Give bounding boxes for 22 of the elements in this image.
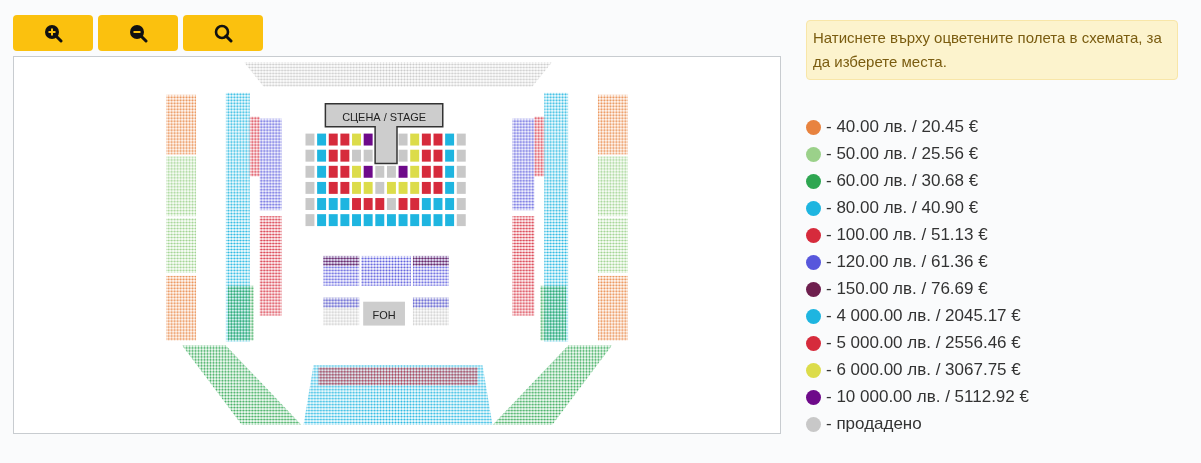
- price-label: - 100.00 лв. / 51.13 €: [826, 225, 988, 245]
- hint-message: Натиснете върху оцветените полета в схемата, за да изберете места.: [806, 20, 1178, 80]
- search-icon: [213, 23, 233, 43]
- price-label: - 5 000.00 лв. / 2556.46 €: [826, 333, 1021, 353]
- price-label: - продадено: [826, 414, 922, 434]
- stage-label: СЦЕНА / STAGE: [342, 110, 426, 123]
- price-label: - 10 000.00 лв. / 5112.92 €: [826, 387, 1029, 407]
- seat-map-drawing[interactable]: СЦЕНА / STAGE FOH: [14, 57, 780, 433]
- zoom-in-icon: [43, 23, 63, 43]
- price-label: - 50.00 лв. / 25.56 €: [826, 144, 979, 164]
- price-label: - 40.00 лв. / 20.45 €: [826, 117, 979, 137]
- foh-label: FOH: [372, 308, 396, 321]
- zoom-in-button[interactable]: [13, 15, 93, 51]
- price-label: - 80.00 лв. / 40.90 €: [826, 198, 979, 218]
- price-label: - 6 000.00 лв. / 3067.75 €: [826, 360, 1021, 380]
- zoom-out-icon: [128, 23, 148, 43]
- zoom-out-button[interactable]: [98, 15, 178, 51]
- search-button[interactable]: [183, 15, 263, 51]
- price-label: - 120.00 лв. / 61.36 €: [826, 252, 988, 272]
- price-label: - 60.00 лв. / 30.68 €: [826, 171, 979, 191]
- price-label: - 4 000.00 лв. / 2045.17 €: [826, 306, 1021, 326]
- price-label: - 150.00 лв. / 76.69 €: [826, 279, 988, 299]
